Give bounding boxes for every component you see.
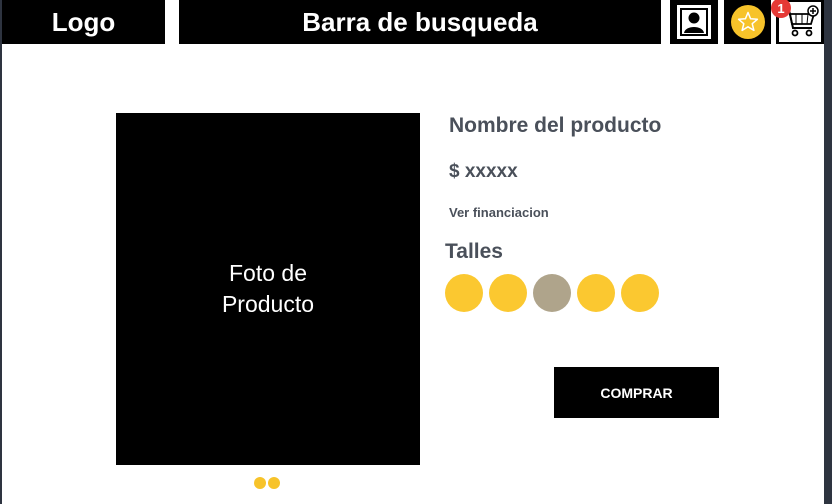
logo[interactable]: Logo bbox=[2, 0, 165, 44]
financing-link[interactable]: Ver financiacion bbox=[449, 205, 549, 220]
carousel-dot[interactable] bbox=[254, 477, 266, 489]
product-name: Nombre del producto bbox=[449, 114, 662, 137]
size-selector bbox=[445, 274, 659, 312]
carousel-dot[interactable] bbox=[268, 477, 280, 489]
user-icon bbox=[677, 5, 711, 39]
sizes-title: Talles bbox=[445, 240, 503, 263]
user-button[interactable] bbox=[670, 0, 718, 44]
search-bar-label: Barra de busqueda bbox=[302, 6, 538, 37]
search-bar[interactable]: Barra de busqueda bbox=[179, 0, 661, 44]
favorites-button[interactable] bbox=[724, 0, 771, 44]
buy-button[interactable]: COMPRAR bbox=[554, 367, 719, 418]
cart-icon: 1 bbox=[771, 0, 821, 42]
size-option[interactable] bbox=[621, 274, 659, 312]
page: Logo Barra de busqueda 1 Foto de Product… bbox=[2, 0, 824, 504]
cart-button[interactable]: 1 bbox=[771, 0, 824, 44]
product-photo[interactable]: Foto de Producto bbox=[116, 113, 420, 465]
star-icon bbox=[730, 5, 765, 39]
logo-text: Logo bbox=[51, 6, 116, 37]
size-option-selected[interactable] bbox=[533, 274, 571, 312]
size-option[interactable] bbox=[489, 274, 527, 312]
product-price: $ xxxxx bbox=[449, 161, 518, 182]
image-carousel-dots bbox=[254, 477, 280, 489]
size-option[interactable] bbox=[577, 274, 615, 312]
size-option[interactable] bbox=[445, 274, 483, 312]
product-photo-label: Foto de Producto bbox=[221, 260, 315, 317]
